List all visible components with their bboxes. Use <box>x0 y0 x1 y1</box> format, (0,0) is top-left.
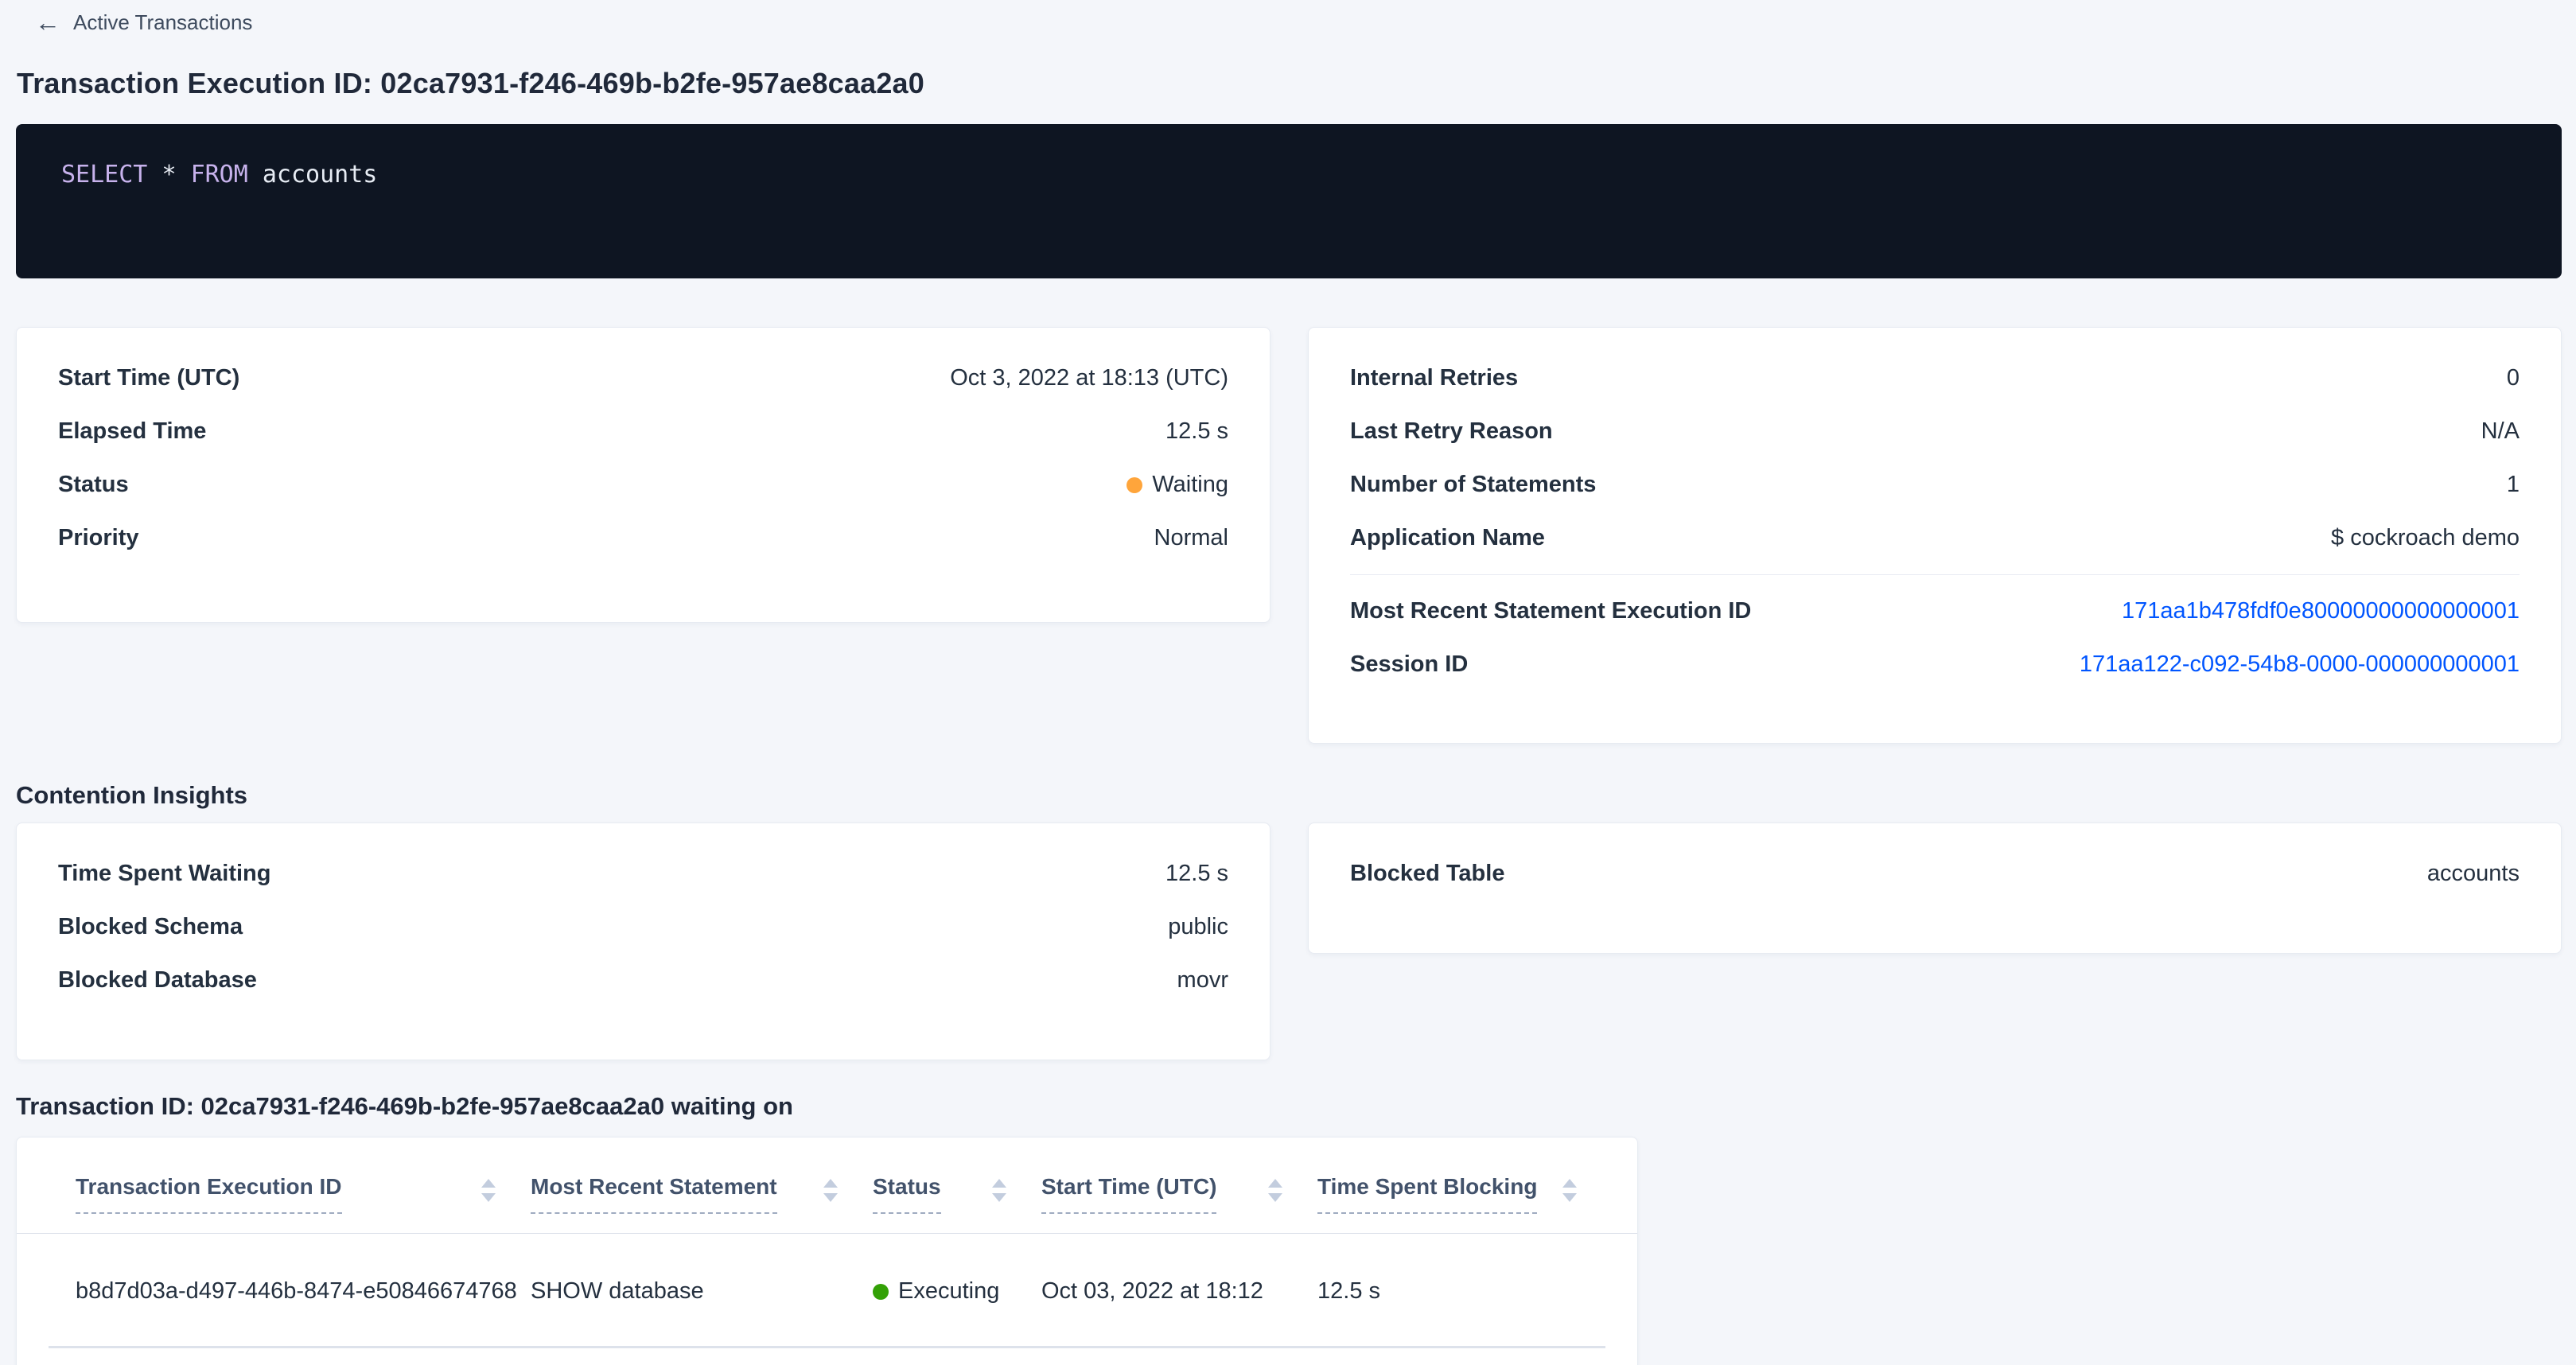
application-name-value: $ cockroach demo <box>2331 522 2520 554</box>
blocked-table-value: accounts <box>2427 858 2520 890</box>
elapsed-time-label: Elapsed Time <box>58 415 206 448</box>
breadcrumb-back-link[interactable]: ← Active Transactions <box>35 10 252 35</box>
blocked-schema-value: public <box>1168 911 1228 943</box>
sql-statement-box: SELECT * FROM accounts <box>16 124 2562 278</box>
contention-details-card: Time Spent Waiting 12.5 s Blocked Schema… <box>16 822 1270 1060</box>
time-spent-waiting-label: Time Spent Waiting <box>58 858 270 890</box>
blocked-table-row: Blocked Table accounts <box>1350 847 2520 900</box>
transaction-details-page: ← Active Transactions Transaction Execut… <box>0 0 2576 1365</box>
status-value: Waiting <box>1127 469 1228 501</box>
last-retry-reason-row: Last Retry Reason N/A <box>1350 405 2520 458</box>
sort-icon[interactable] <box>823 1179 838 1202</box>
contention-insights-heading: Contention Insights <box>16 781 2562 810</box>
elapsed-time-row: Elapsed Time 12.5 s <box>58 405 1228 458</box>
internal-retries-label: Internal Retries <box>1350 362 1518 395</box>
blocked-database-label: Blocked Database <box>58 964 257 997</box>
column-label: Start Time (UTC) <box>1041 1172 1216 1214</box>
blocked-schema-label: Blocked Schema <box>58 911 243 943</box>
priority-value: Normal <box>1154 522 1228 554</box>
waiting-on-heading: Transaction ID: 02ca7931-f246-469b-b2fe-… <box>16 1092 2562 1121</box>
column-label: Most Recent Statement <box>531 1172 777 1214</box>
cell-time-spent-blocking: 12.5 s <box>1317 1278 1578 1305</box>
blocked-database-row: Blocked Database movr <box>58 954 1228 1007</box>
cell-start-time: Oct 03, 2022 at 18:12 <box>1041 1278 1317 1305</box>
cell-most-recent-statement: SHOW database <box>531 1278 873 1305</box>
sort-icon[interactable] <box>1562 1179 1577 1202</box>
application-name-label: Application Name <box>1350 522 1545 554</box>
application-name-row: Application Name $ cockroach demo <box>1350 511 2520 565</box>
blocked-table-card: Blocked Table accounts <box>1308 822 2562 954</box>
sort-icon[interactable] <box>481 1179 496 1202</box>
contention-cards-row: Time Spent Waiting 12.5 s Blocked Schema… <box>16 822 2562 1060</box>
sql-keyword-from: FROM <box>191 161 248 189</box>
sql-keyword-select: SELECT <box>61 161 147 189</box>
column-header-status[interactable]: Status <box>873 1172 1041 1214</box>
internal-retries-row: Internal Retries 0 <box>1350 352 2520 405</box>
number-of-statements-value: 1 <box>2507 469 2520 501</box>
table-header-row: Transaction Execution ID Most Recent Sta… <box>17 1138 1637 1234</box>
sql-table-name: accounts <box>263 161 378 189</box>
table-row-divider <box>49 1346 1605 1348</box>
last-retry-reason-label: Last Retry Reason <box>1350 415 1553 448</box>
time-spent-waiting-value: 12.5 s <box>1165 858 1228 890</box>
column-label: Status <box>873 1172 941 1214</box>
blocked-schema-row: Blocked Schema public <box>58 900 1228 954</box>
sql-star-operator: * <box>161 161 176 189</box>
waiting-transactions-table-card: Transaction Execution ID Most Recent Sta… <box>16 1137 1638 1365</box>
table-row: b8d7d03a-d497-446b-8474-e50846674768 SHO… <box>17 1234 1637 1305</box>
time-spent-waiting-row: Time Spent Waiting 12.5 s <box>58 847 1228 900</box>
statement-execution-id-label: Most Recent Statement Execution ID <box>1350 595 1751 628</box>
breadcrumb-label: Active Transactions <box>73 10 252 35</box>
status-executing-dot-icon <box>873 1284 889 1300</box>
session-id-link[interactable]: 171aa122-c092-54b8-0000-000000000001 <box>2080 648 2520 681</box>
column-header-time-spent-blocking[interactable]: Time Spent Blocking <box>1317 1172 1578 1214</box>
start-time-row: Start Time (UTC) Oct 3, 2022 at 18:13 (U… <box>58 352 1228 405</box>
cell-status: Executing <box>873 1278 1041 1305</box>
blocked-database-value: movr <box>1177 964 1228 997</box>
metadata-card-divider <box>1350 574 2520 575</box>
start-time-label: Start Time (UTC) <box>58 362 239 395</box>
back-arrow-icon: ← <box>35 10 60 35</box>
last-retry-reason-value: N/A <box>2481 415 2520 448</box>
blocked-table-label: Blocked Table <box>1350 858 1504 890</box>
status-executing-text: Executing <box>898 1278 999 1305</box>
priority-label: Priority <box>58 522 139 554</box>
internal-retries-value: 0 <box>2507 362 2520 395</box>
column-header-start-time[interactable]: Start Time (UTC) <box>1041 1172 1317 1214</box>
page-title: Transaction Execution ID: 02ca7931-f246-… <box>17 67 2562 100</box>
summary-cards-row: Start Time (UTC) Oct 3, 2022 at 18:13 (U… <box>16 327 2562 744</box>
session-id-label: Session ID <box>1350 648 1468 681</box>
statement-execution-id-link[interactable]: 171aa1b478fdf0e80000000000000001 <box>2122 595 2520 628</box>
sort-icon[interactable] <box>992 1179 1006 1202</box>
number-of-statements-row: Number of Statements 1 <box>1350 458 2520 511</box>
cell-transaction-execution-id: b8d7d03a-d497-446b-8474-e50846674768 <box>76 1278 531 1305</box>
status-waiting-text: Waiting <box>1152 469 1228 501</box>
status-row: Status Waiting <box>58 458 1228 511</box>
priority-row: Priority Normal <box>58 511 1228 565</box>
session-id-row: Session ID 171aa122-c092-54b8-0000-00000… <box>1350 638 2520 691</box>
sort-icon[interactable] <box>1268 1179 1282 1202</box>
status-waiting-dot-icon <box>1127 477 1142 493</box>
transaction-metadata-card: Internal Retries 0 Last Retry Reason N/A… <box>1308 327 2562 744</box>
transaction-summary-card: Start Time (UTC) Oct 3, 2022 at 18:13 (U… <box>16 327 1270 623</box>
start-time-value: Oct 3, 2022 at 18:13 (UTC) <box>950 362 1228 395</box>
column-label: Transaction Execution ID <box>76 1172 342 1214</box>
sql-statement: SELECT * FROM accounts <box>61 161 377 189</box>
number-of-statements-label: Number of Statements <box>1350 469 1596 501</box>
statement-execution-id-row: Most Recent Statement Execution ID 171aa… <box>1350 585 2520 638</box>
elapsed-time-value: 12.5 s <box>1165 415 1228 448</box>
column-header-most-recent-statement[interactable]: Most Recent Statement <box>531 1172 873 1214</box>
status-label: Status <box>58 469 129 501</box>
column-label: Time Spent Blocking <box>1317 1172 1537 1214</box>
column-header-transaction-execution-id[interactable]: Transaction Execution ID <box>76 1172 531 1214</box>
